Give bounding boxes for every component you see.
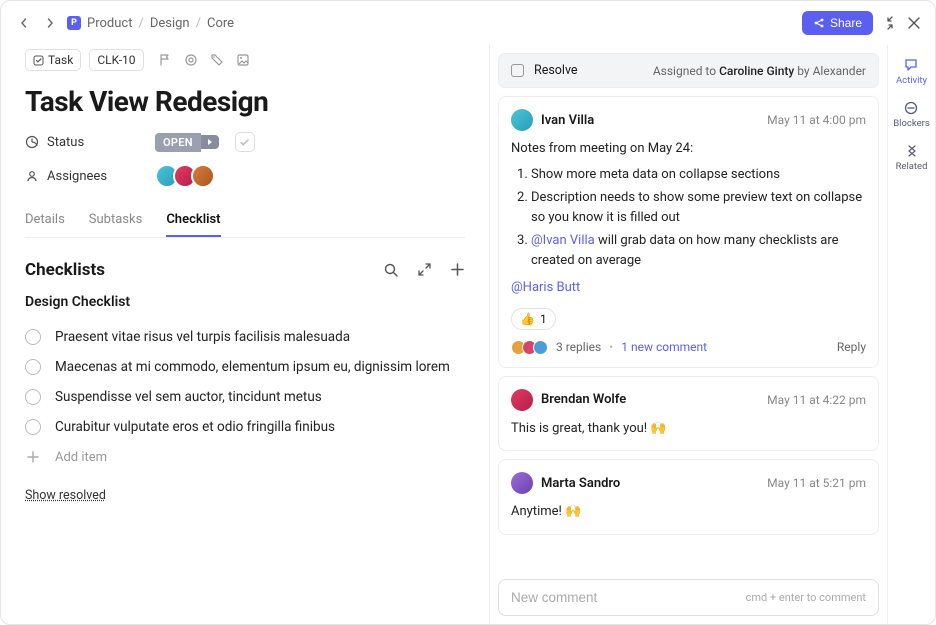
- flag-icon[interactable]: [158, 53, 172, 67]
- breadcrumb-item[interactable]: Core: [207, 16, 234, 31]
- checkbox-circle[interactable]: [25, 389, 41, 405]
- task-icon: [33, 55, 44, 66]
- resolve-label[interactable]: Resolve: [534, 63, 578, 78]
- checklist-item[interactable]: Maecenas at mi commodo, elementum ipsum …: [25, 352, 465, 382]
- breadcrumb-sep: /: [138, 16, 143, 31]
- breadcrumb[interactable]: P Product / Design / Core: [67, 16, 234, 31]
- workspace-icon: P: [67, 16, 81, 30]
- nav-forward[interactable]: [41, 14, 59, 32]
- comment-body: This is great, thank you! 🙌: [511, 419, 866, 439]
- sidebar-label: Activity: [896, 75, 927, 86]
- related-icon: [904, 143, 920, 159]
- comment: Marta Sandro May 11 at 5:21 pm Anytime! …: [498, 459, 879, 535]
- share-button-label: Share: [830, 16, 862, 30]
- breadcrumb-item[interactable]: Design: [150, 16, 190, 31]
- image-icon[interactable]: [236, 53, 250, 67]
- add-checklist-icon[interactable]: [450, 262, 465, 278]
- add-item-label: Add item: [55, 450, 107, 465]
- checklist-item-text: Suspendisse vel sem auctor, tincidunt me…: [55, 389, 322, 405]
- avatar[interactable]: [511, 109, 533, 131]
- checklist-item-text: Curabitur vulputate eros et odio fringil…: [55, 419, 335, 435]
- collapse-icon[interactable]: [883, 16, 897, 30]
- breadcrumb-sep: /: [196, 16, 201, 31]
- resolve-bar: Resolve Assigned to Caroline Ginty by Al…: [498, 53, 879, 88]
- tab-subtasks[interactable]: Subtasks: [89, 204, 143, 237]
- checkbox-circle[interactable]: [25, 329, 41, 345]
- comment: Ivan Villa May 11 at 4:00 pm Notes from …: [498, 96, 879, 368]
- reply-link[interactable]: Reply: [837, 340, 866, 354]
- share-button[interactable]: Share: [802, 11, 873, 35]
- plus-icon: [25, 449, 41, 465]
- task-type-chip[interactable]: Task: [25, 49, 81, 71]
- mention-link[interactable]: @Haris Butt: [511, 280, 580, 295]
- breadcrumb-item[interactable]: Product: [87, 16, 132, 31]
- checklist-item-text: Maecenas at mi commodo, elementum ipsum …: [55, 359, 450, 375]
- checklist-item[interactable]: Praesent vitae risus vel turpis facilisi…: [25, 322, 465, 352]
- task-id-label: CLK-10: [97, 53, 135, 67]
- resolve-assignment: Assigned to Caroline Ginty by Alexander: [653, 64, 866, 78]
- reaction-count: 1: [540, 312, 547, 326]
- close-icon[interactable]: [907, 16, 921, 30]
- comment-time: May 11 at 4:00 pm: [767, 113, 866, 127]
- checkbox-circle[interactable]: [25, 359, 41, 375]
- complete-checkbox[interactable]: [235, 132, 255, 152]
- new-comment-field[interactable]: [511, 590, 746, 605]
- status-property-label: Status: [25, 135, 145, 150]
- blockers-icon: [903, 100, 919, 116]
- resolve-checkbox[interactable]: [511, 64, 524, 77]
- checklist-item[interactable]: Suspendisse vel sem auctor, tincidunt me…: [25, 382, 465, 412]
- checklist-item-text: Praesent vitae risus vel turpis facilisi…: [55, 329, 350, 345]
- avatar[interactable]: [191, 164, 215, 188]
- status-icon: [25, 135, 39, 149]
- nav-back[interactable]: [15, 14, 33, 32]
- sidebar-related[interactable]: Related: [896, 143, 928, 172]
- target-icon[interactable]: [184, 53, 198, 67]
- sidebar-activity[interactable]: Activity: [896, 57, 927, 86]
- new-comments-link[interactable]: 1 new comment: [621, 340, 707, 354]
- status-value[interactable]: OPEN: [155, 133, 201, 152]
- mention-link[interactable]: @Ivan Villa: [531, 233, 595, 248]
- checklist-group-title: Design Checklist: [25, 294, 465, 310]
- avatar[interactable]: [511, 472, 533, 494]
- search-icon[interactable]: [383, 262, 399, 278]
- comment-time: May 11 at 5:21 pm: [767, 476, 866, 490]
- chat-icon: [903, 57, 919, 73]
- sidebar-label: Blockers: [893, 118, 930, 129]
- checklist-item[interactable]: Curabitur vulputate eros et odio fringil…: [25, 412, 465, 442]
- task-type-label: Task: [48, 53, 73, 67]
- new-comment-hint: cmd + enter to comment: [746, 591, 866, 604]
- task-id-chip[interactable]: CLK-10: [89, 49, 143, 71]
- reaction-chip[interactable]: 👍 1: [511, 308, 556, 330]
- show-resolved-link[interactable]: Show resolved: [25, 488, 465, 503]
- sidebar-label: Related: [896, 161, 928, 172]
- sidebar-blockers[interactable]: Blockers: [893, 100, 930, 129]
- tab-details[interactable]: Details: [25, 204, 65, 237]
- reaction-emoji: 👍: [520, 312, 535, 326]
- page-title: Task View Redesign: [25, 85, 465, 118]
- comment-author[interactable]: Ivan Villa: [541, 113, 594, 128]
- tag-icon[interactable]: [210, 53, 224, 67]
- comment-author[interactable]: Brendan Wolfe: [541, 392, 626, 407]
- assignees-avatars[interactable]: [155, 164, 215, 188]
- tab-checklist[interactable]: Checklist: [166, 204, 220, 237]
- avatar[interactable]: [511, 389, 533, 411]
- assignees-property-label: Assignees: [25, 169, 145, 184]
- thread-avatars[interactable]: [511, 340, 548, 355]
- comment-time: May 11 at 4:22 pm: [767, 393, 866, 407]
- comment-author[interactable]: Marta Sandro: [541, 476, 620, 491]
- comment-body: Notes from meeting on May 24: Show more …: [511, 139, 866, 298]
- comment: Brendan Wolfe May 11 at 4:22 pm This is …: [498, 376, 879, 452]
- section-title: Checklists: [25, 260, 105, 280]
- comment-body: Anytime! 🙌: [511, 502, 866, 522]
- expand-icon[interactable]: [417, 262, 432, 278]
- new-comment-input[interactable]: cmd + enter to comment: [498, 579, 879, 616]
- add-item-button[interactable]: Add item: [25, 442, 465, 472]
- checkbox-circle[interactable]: [25, 419, 41, 435]
- person-icon: [25, 169, 39, 183]
- replies-count[interactable]: 3 replies: [556, 340, 601, 354]
- status-dropdown[interactable]: [201, 135, 219, 149]
- share-icon: [813, 17, 825, 29]
